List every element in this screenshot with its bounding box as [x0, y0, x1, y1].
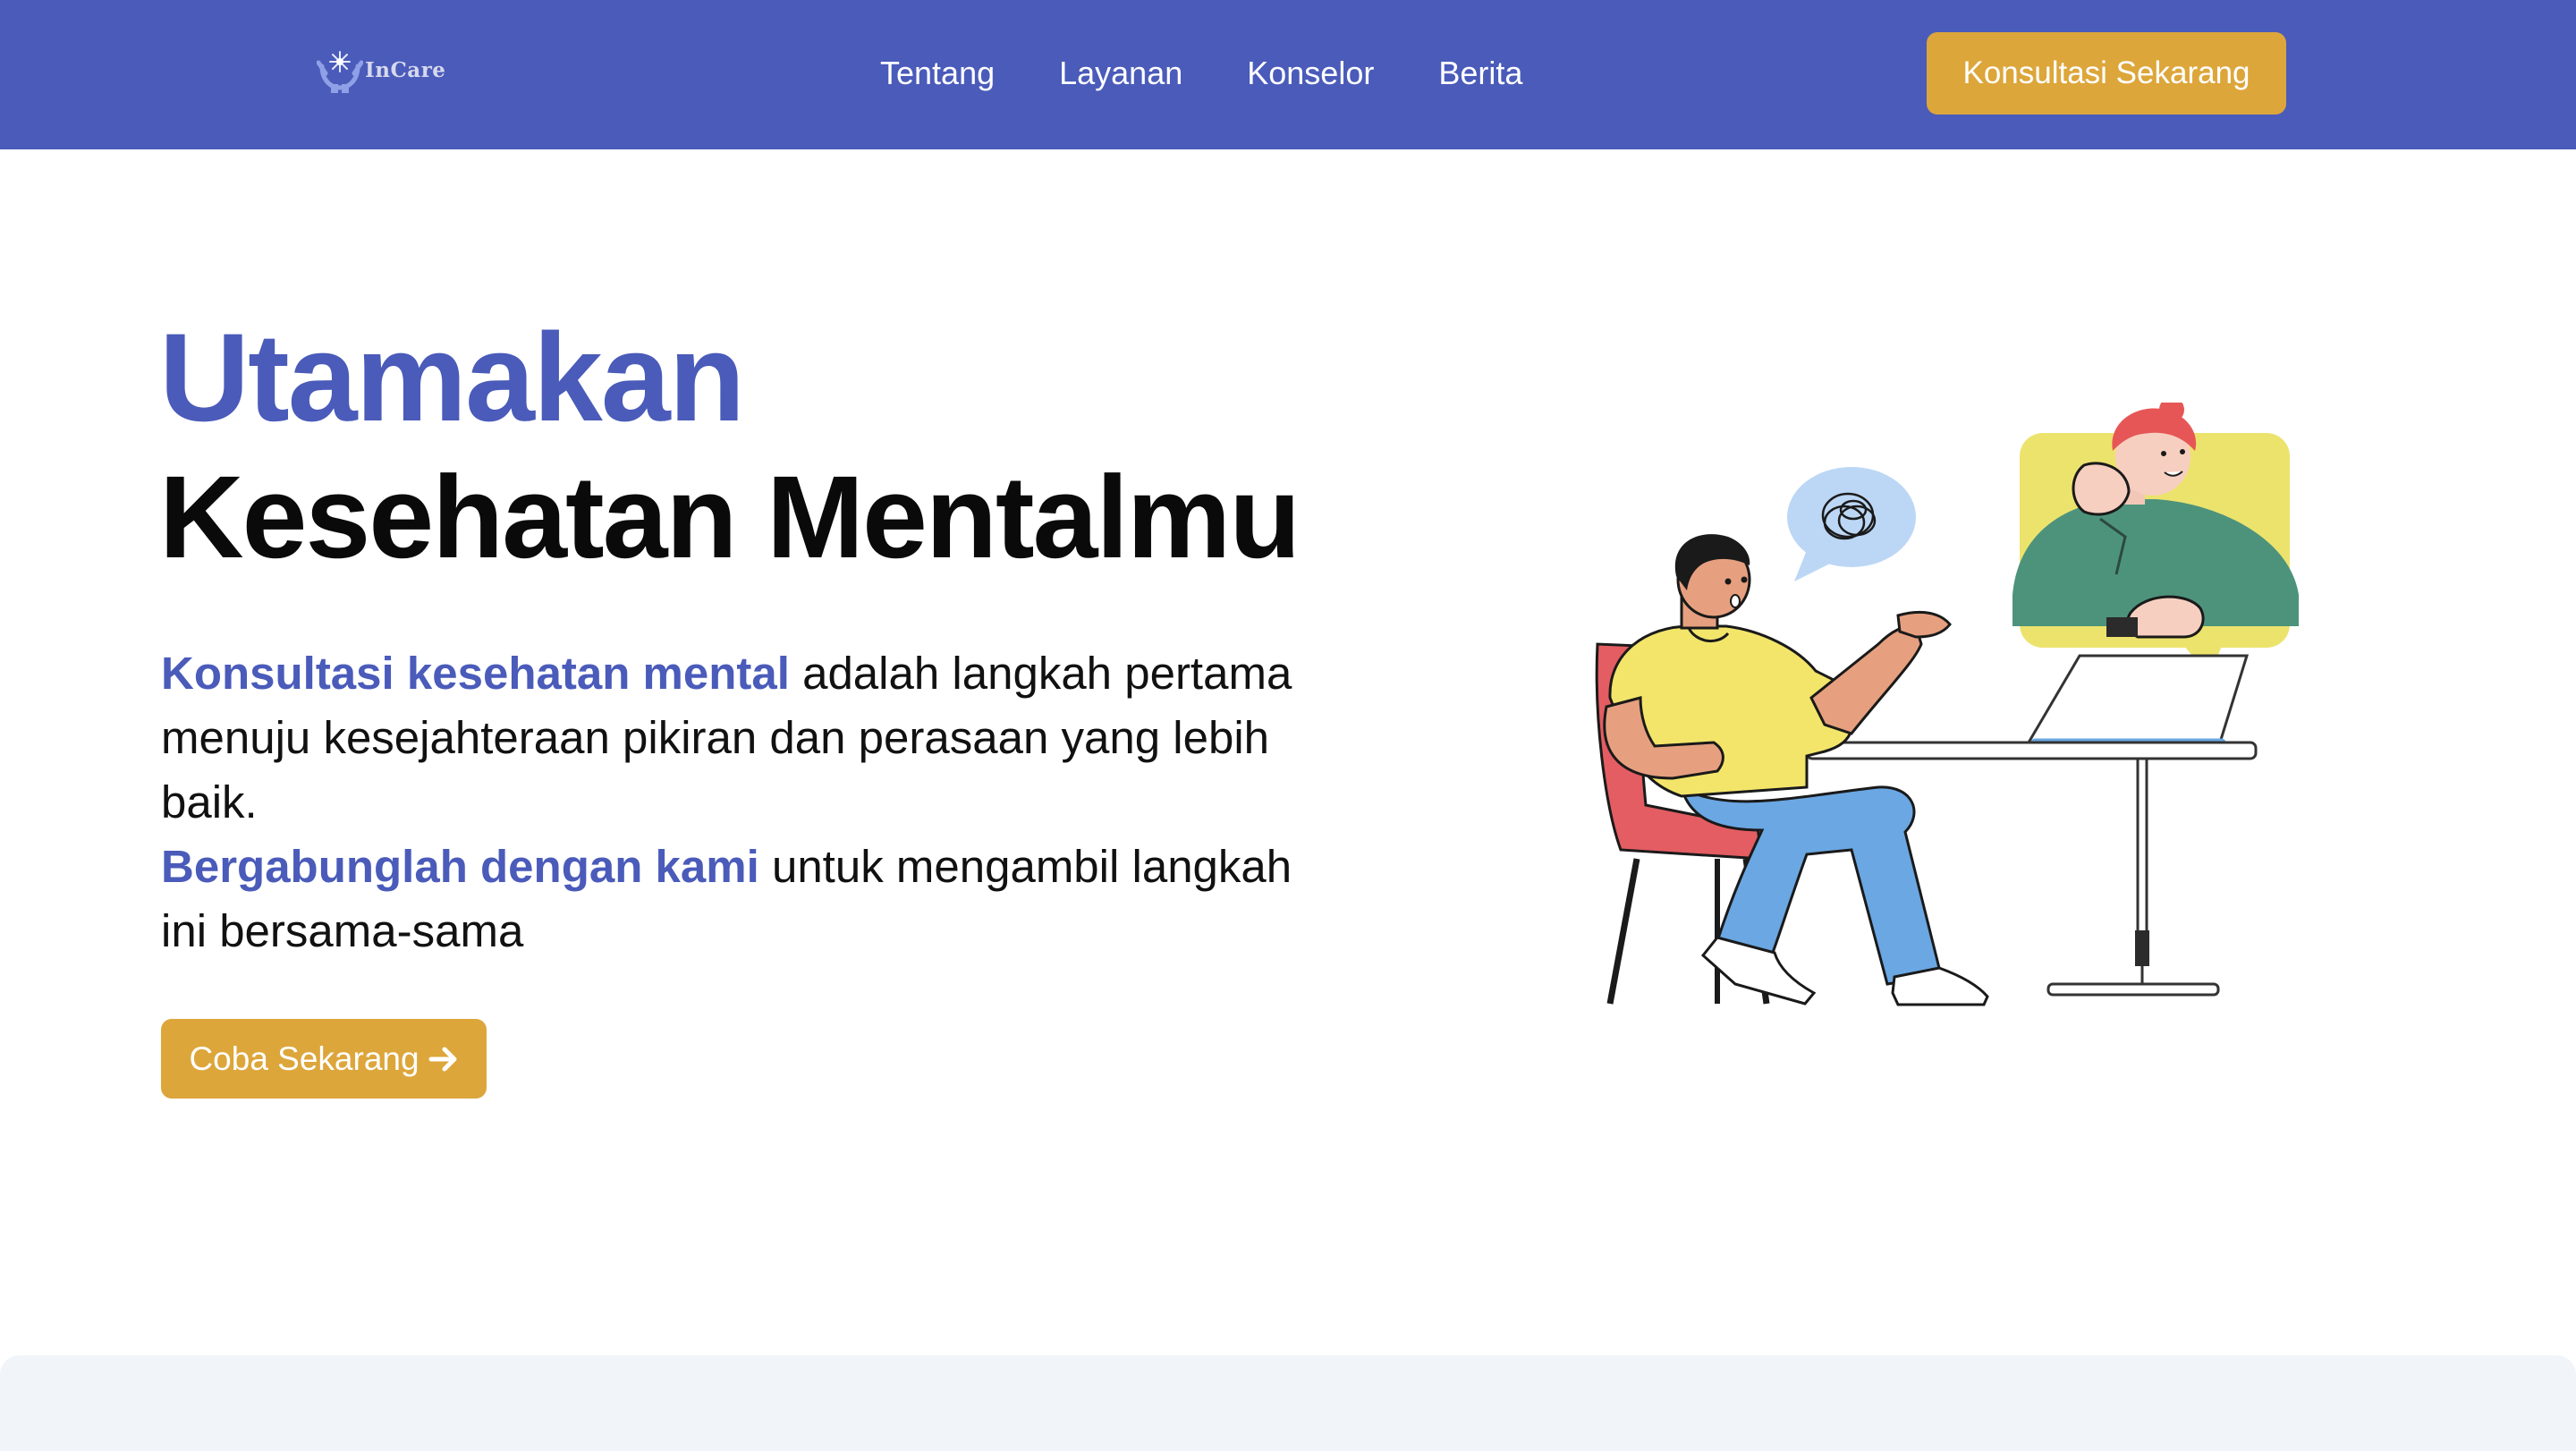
consult-now-button[interactable]: Konsultasi Sekarang — [1927, 32, 2286, 115]
next-section-band — [0, 1355, 2576, 1451]
nav-link-konselor[interactable]: Konselor — [1247, 55, 1374, 92]
man-figure — [1603, 534, 1989, 1006]
nav-link-tentang[interactable]: Tentang — [880, 55, 995, 92]
nav-link-layanan[interactable]: Layanan — [1059, 55, 1182, 92]
hands-heart-logo-icon — [317, 51, 363, 93]
nav-link-berita[interactable]: Berita — [1438, 55, 1522, 92]
navbar: InCare Tentang Layanan Konselor Berita K… — [0, 0, 2576, 149]
try-now-button[interactable]: Coba Sekarang — [161, 1019, 487, 1099]
consultation-illustration — [1595, 403, 2299, 1006]
logo-text: InCare — [365, 57, 446, 82]
hero-description: Konsultasi kesehatan mental adalah langk… — [161, 641, 1342, 963]
try-now-button-label: Coba Sekarang — [189, 1039, 419, 1077]
hero-title-accent: Utamakan — [159, 307, 745, 447]
video-call-window — [2012, 403, 2299, 675]
nav-links: Tentang Layanan Konselor Berita — [880, 47, 1522, 100]
logo[interactable]: InCare — [317, 43, 451, 97]
laptop — [2026, 654, 2250, 747]
hero-desc-highlight-1: Konsultasi kesehatan mental — [161, 648, 790, 699]
hero-title-main: Kesehatan Mentalmu — [159, 451, 1301, 582]
arrow-right-icon — [428, 1047, 457, 1071]
hero-desc-highlight-2: Bergabunglah dengan kami — [161, 841, 759, 892]
thought-bubble — [1787, 467, 1916, 581]
